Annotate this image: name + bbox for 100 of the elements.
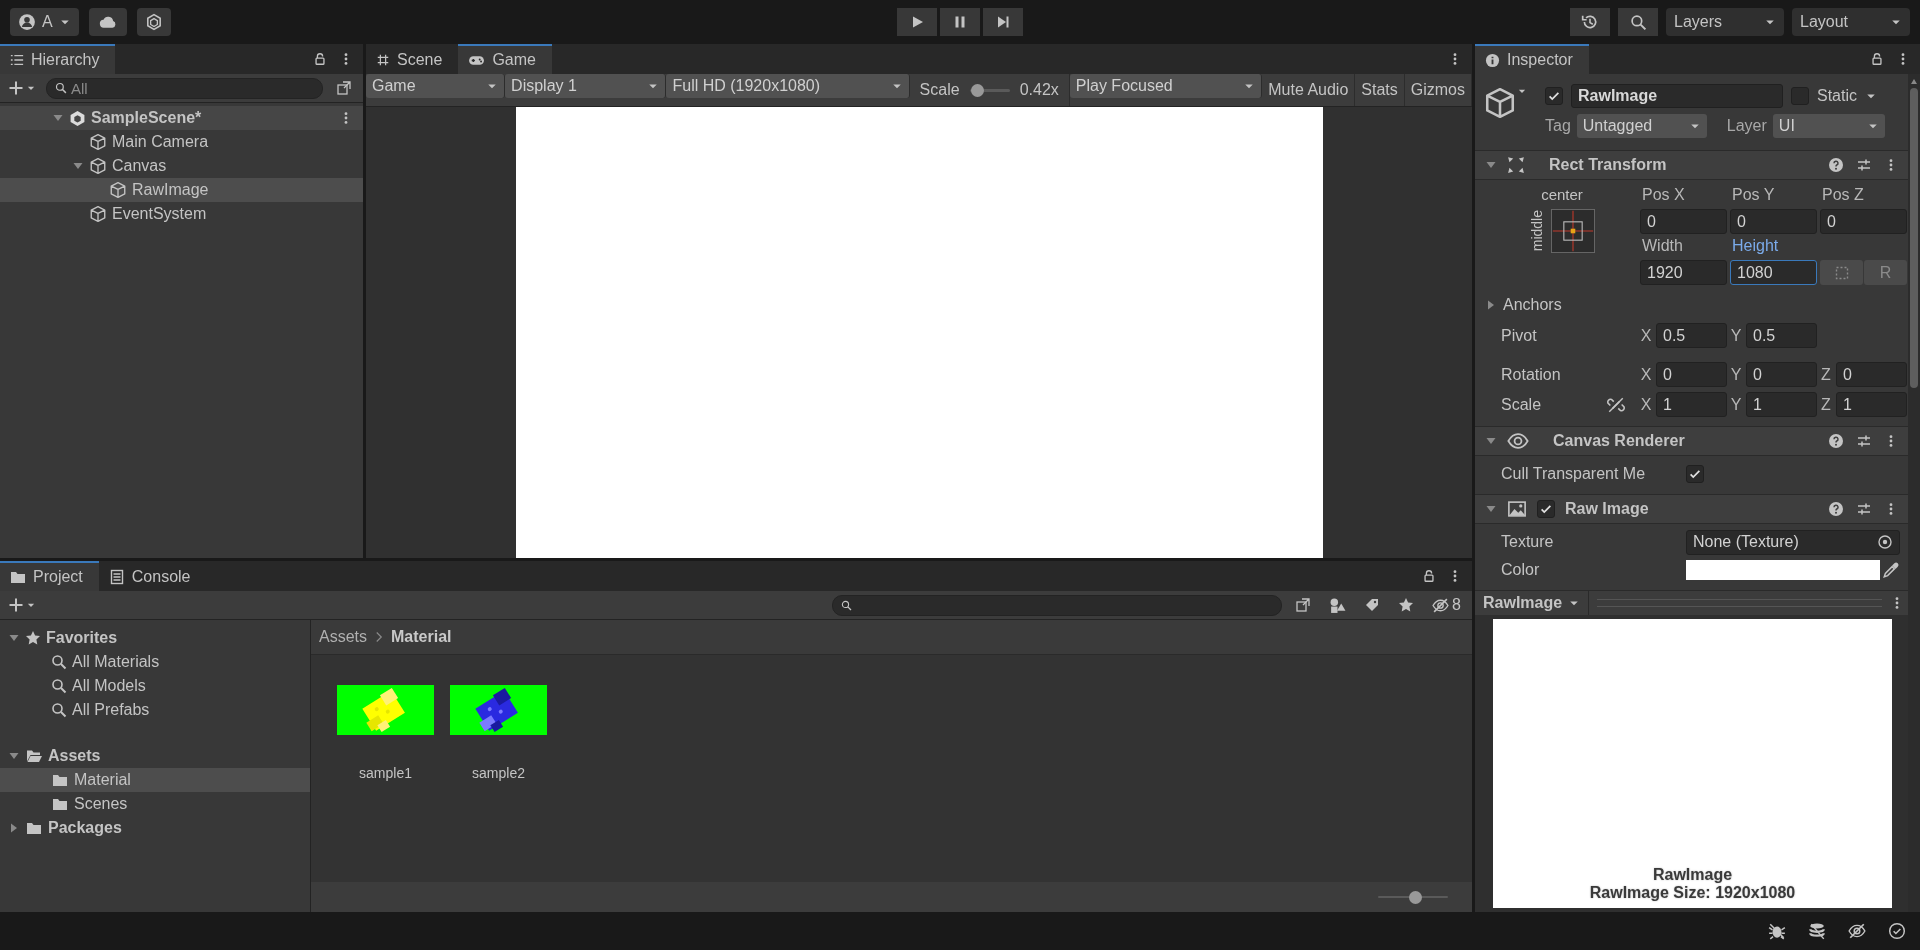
search-field[interactable]: All (46, 77, 323, 99)
hierarchy-item[interactable]: RawImage (0, 178, 363, 202)
static-checkbox[interactable] (1791, 87, 1809, 105)
pause-button[interactable] (940, 8, 980, 36)
toggle-button[interactable]: Stats (1355, 74, 1405, 106)
lock-icon[interactable] (1422, 569, 1436, 583)
number-field[interactable]: 0 (1746, 362, 1817, 387)
history-button[interactable] (1570, 8, 1610, 36)
tree-item[interactable]: Scenes (0, 792, 310, 816)
check-circle-icon[interactable] (1888, 922, 1906, 940)
checkbox[interactable] (1686, 465, 1704, 483)
slider-thumb[interactable] (1409, 890, 1423, 904)
cube-icon[interactable] (1483, 86, 1517, 120)
database-icon[interactable] (1808, 922, 1826, 940)
tag-dropdown[interactable]: Untagged (1576, 114, 1707, 138)
view-tab[interactable]: Game (458, 44, 552, 74)
component-title: Rect Transform (1549, 156, 1667, 174)
asset-name[interactable]: sample1 (359, 765, 412, 781)
cube-icon (109, 181, 127, 199)
dropdown[interactable]: Full HD (1920x1080) (666, 74, 910, 98)
tree-item[interactable]: All Models (0, 674, 310, 698)
name-field[interactable]: RawImage (1571, 84, 1783, 108)
number-field[interactable]: 0.5 (1656, 323, 1727, 348)
panel-tab[interactable]: Console (98, 561, 207, 591)
number-field[interactable]: 0.5 (1746, 323, 1817, 348)
cube-icon (89, 205, 107, 223)
toggle-button[interactable]: Mute Audio (1262, 74, 1356, 106)
help-icon[interactable] (1828, 157, 1844, 173)
unlinked-chain-icon[interactable] (1607, 395, 1625, 414)
active-checkbox[interactable] (1545, 87, 1563, 105)
field-label: Pos X (1641, 186, 1686, 205)
search-field[interactable] (832, 594, 1283, 616)
panel-tab[interactable]: Project (0, 561, 99, 591)
panel-tab[interactable]: Inspector (1475, 44, 1589, 74)
number-field[interactable]: 1 (1656, 392, 1727, 417)
panel-tab[interactable]: Hierarchy (0, 44, 116, 74)
hidden-packages-button[interactable]: 8 (1427, 593, 1466, 617)
dropdown[interactable]: Play Focused (1069, 74, 1263, 98)
field-label: Color (1501, 561, 1541, 579)
preset-icon[interactable] (1856, 433, 1872, 449)
number-field[interactable]: 1 (1746, 392, 1817, 417)
drag-handle[interactable] (1597, 599, 1882, 607)
asset-name[interactable]: sample2 (472, 765, 525, 781)
number-field[interactable]: 1920 (1640, 260, 1727, 285)
icon-size-slider[interactable] (1378, 890, 1448, 904)
eye-slash-icon[interactable] (1848, 922, 1866, 940)
cloud-button[interactable] (88, 8, 127, 36)
static-label: Static (1817, 87, 1857, 105)
scroll-up-icon[interactable] (1910, 78, 1918, 84)
layers-dropdown[interactable]: Layers (1666, 8, 1784, 36)
help-icon[interactable] (1828, 433, 1844, 449)
axis-label: Y (1730, 395, 1742, 414)
tree-item[interactable]: Assets (0, 744, 310, 768)
number-field[interactable]: 0 (1836, 362, 1907, 387)
object-field[interactable]: None (Texture) (1686, 529, 1900, 555)
hierarchy-item[interactable]: EventSystem (0, 202, 363, 226)
breadcrumb-link[interactable]: Material (391, 628, 452, 646)
play-button[interactable] (897, 8, 937, 36)
tree-item[interactable]: Packages (0, 816, 310, 840)
number-field[interactable]: 0 (1656, 362, 1727, 387)
tree-item[interactable]: All Materials (0, 650, 310, 674)
scale-slider[interactable] (969, 83, 1010, 97)
account-button[interactable]: A (10, 8, 79, 36)
preset-icon[interactable] (1856, 501, 1872, 517)
lock-icon[interactable] (313, 52, 327, 66)
target-icon[interactable] (1877, 534, 1893, 550)
color-swatch[interactable] (1686, 560, 1880, 580)
number-field[interactable]: 0 (1730, 209, 1817, 234)
anchor-preset-icon[interactable] (1551, 209, 1595, 253)
tree-item[interactable]: Favorites (0, 626, 310, 650)
enabled-checkbox[interactable] (1537, 500, 1555, 518)
lock-icon[interactable] (1870, 52, 1884, 66)
dropdown[interactable]: Display 1 (505, 74, 667, 98)
preset-icon[interactable] (1856, 157, 1872, 173)
number-field[interactable]: 1 (1836, 392, 1907, 417)
layer-dropdown[interactable]: UI (1772, 114, 1885, 138)
hierarchy-item[interactable]: Main Camera (0, 130, 363, 154)
slider-thumb[interactable] (971, 83, 984, 97)
layout-dropdown[interactable]: Layout (1792, 8, 1910, 36)
eyedropper-icon[interactable] (1882, 561, 1900, 579)
hexagon-button[interactable] (136, 8, 171, 36)
tree-item[interactable]: Material (0, 768, 310, 792)
tree-item[interactable]: All Prefabs (0, 698, 310, 722)
hierarchy-item[interactable]: Canvas (0, 154, 363, 178)
number-field[interactable]: 0 (1640, 209, 1727, 234)
toggle-button[interactable]: Gizmos (1404, 74, 1472, 106)
step-button[interactable] (983, 8, 1023, 36)
search-icon (51, 702, 67, 718)
help-icon[interactable] (1828, 501, 1844, 517)
dropdown[interactable]: Game (366, 74, 506, 98)
anchor-label: middle (1529, 210, 1545, 252)
view-tab[interactable]: Scene (366, 44, 459, 74)
scrollbar-thumb[interactable] (1910, 88, 1918, 388)
tag-label: Tag (1545, 117, 1571, 135)
bug-icon[interactable] (1768, 922, 1786, 940)
breadcrumb-link[interactable]: Assets (319, 628, 367, 646)
number-field[interactable]: 1080 (1730, 260, 1817, 285)
number-field[interactable]: 0 (1820, 209, 1907, 234)
hierarchy-item[interactable]: SampleScene* (0, 106, 363, 130)
search-button[interactable] (1618, 8, 1658, 36)
